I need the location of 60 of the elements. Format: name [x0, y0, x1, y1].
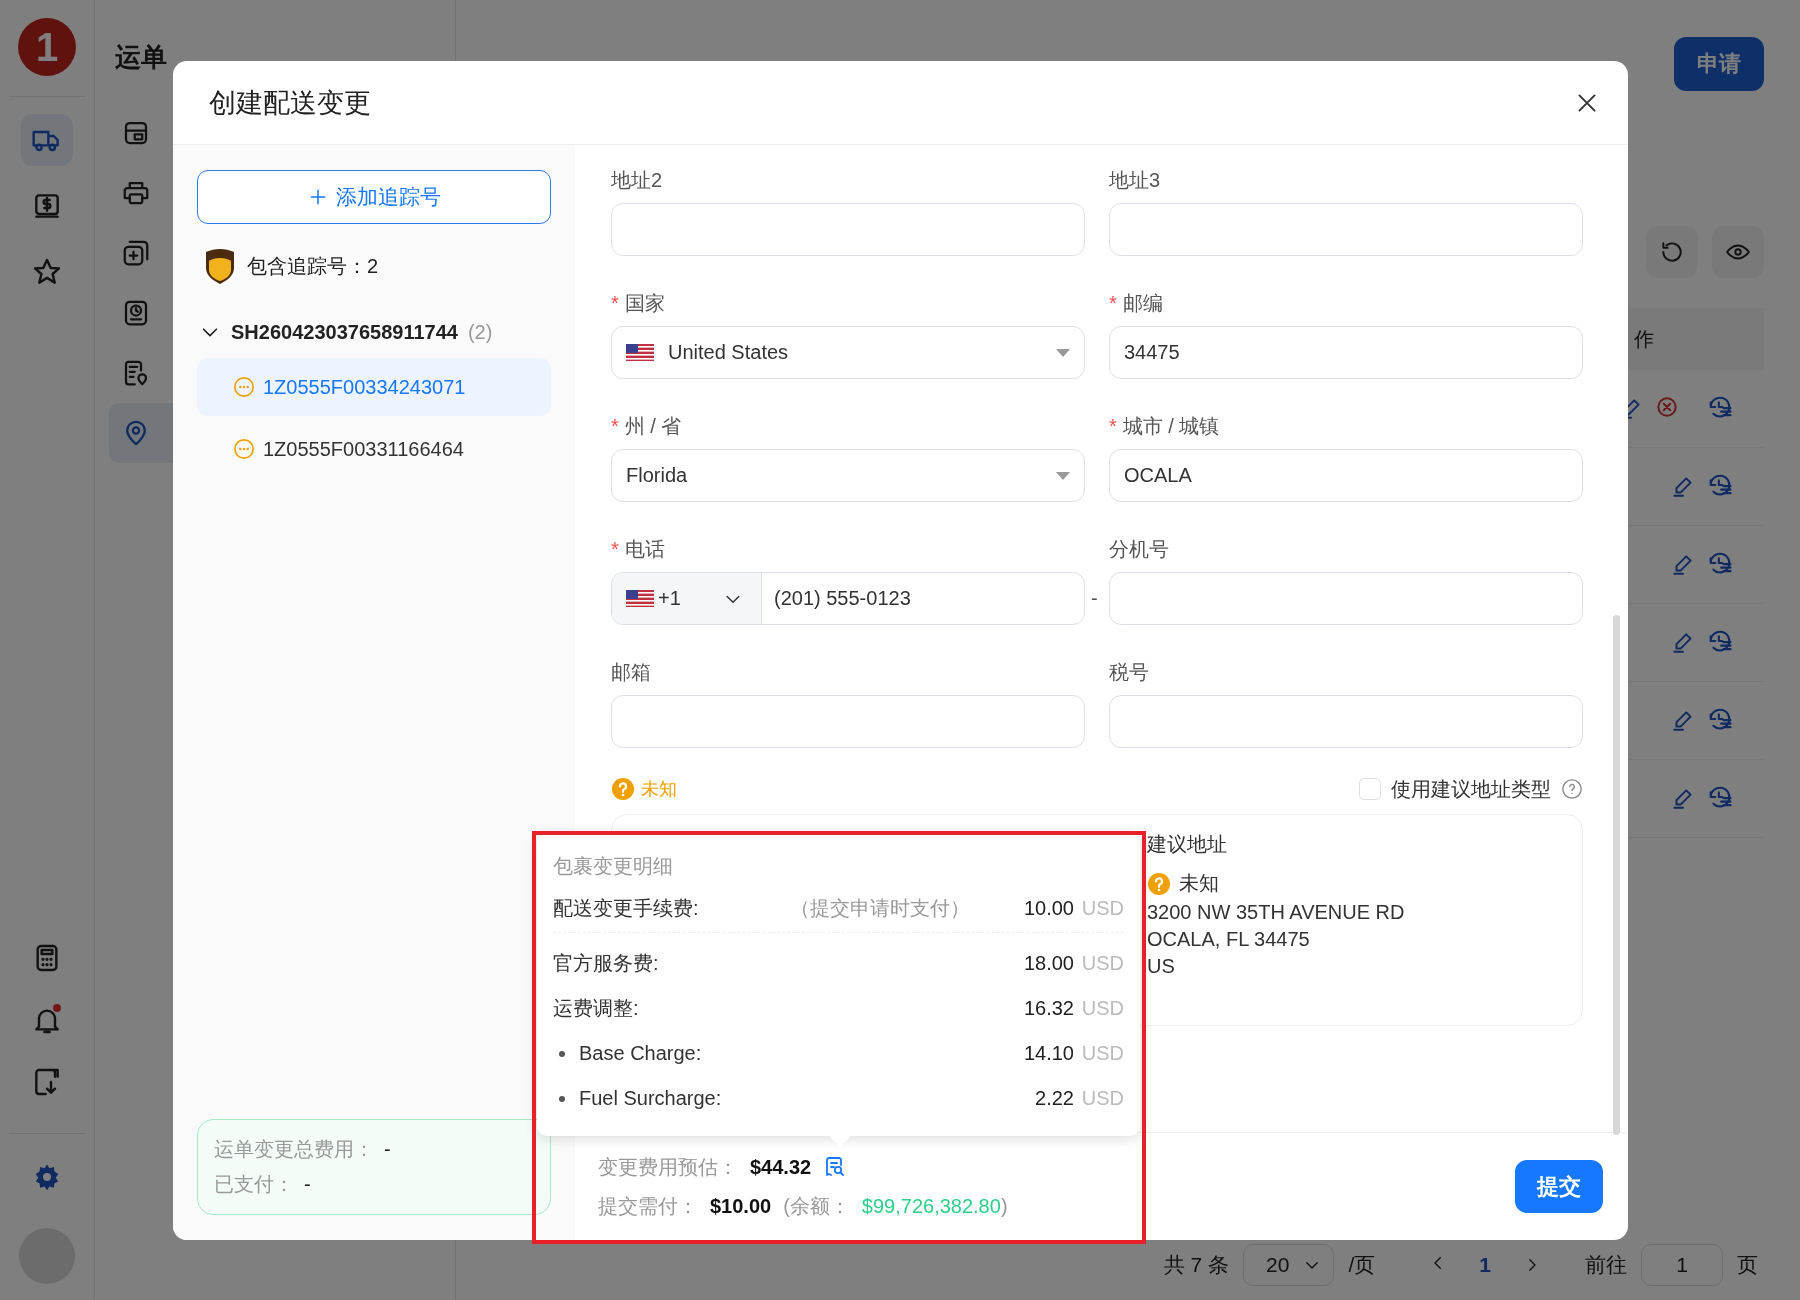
required-mark: * — [611, 291, 619, 315]
required-mark: * — [611, 414, 619, 438]
closing-parenthesis: ) — [1000, 1194, 1008, 1218]
fee-label: 运费调整: — [553, 996, 639, 1021]
separator-text: - — [1091, 587, 1099, 610]
field-label: 国家 — [624, 290, 665, 316]
estimate-value: $44.32 — [750, 1155, 812, 1179]
popover-title: 包裹变更明细 — [553, 853, 674, 879]
tracking-count: 包含追踪号：2 — [247, 253, 379, 279]
fee-label: Base Charge: — [579, 1042, 702, 1065]
currency-label: USD — [1080, 896, 1124, 920]
address-type-status: 未知 — [1179, 871, 1219, 896]
balance-value: $99,726,382.80 — [861, 1194, 1001, 1218]
fee-amount: 18.00 — [1022, 952, 1074, 975]
field-label: 电话 — [624, 536, 665, 562]
field-label: 地址2 — [611, 167, 663, 193]
paid-label: 已支付： — [214, 1173, 294, 1195]
total-label: 运单变更总费用： — [214, 1138, 374, 1160]
required-mark: * — [1109, 291, 1117, 315]
field-label: 州 / 省 — [624, 413, 682, 439]
due-value: $10.00 — [710, 1194, 772, 1218]
page-suffix: 页 — [1737, 1252, 1758, 1278]
address-line: OCALA, FL 34475 — [1147, 928, 1311, 951]
goto-label: 前往 — [1585, 1252, 1627, 1278]
fee-amount: 10.00 — [1022, 896, 1074, 920]
field-label: 邮箱 — [611, 659, 651, 685]
currency-label: USD — [1080, 997, 1124, 1020]
balance-label: (余额： — [783, 1193, 850, 1219]
fee-amount: 2.22 — [1034, 1087, 1074, 1110]
paid-value: - — [304, 1173, 311, 1195]
field-label: 邮编 — [1122, 290, 1163, 316]
card-title: 建议地址 — [1147, 832, 1228, 857]
item-count: (2) — [467, 320, 493, 344]
address-type-status: 未知 — [641, 778, 677, 801]
total-count: 共 7 条 — [1163, 1252, 1230, 1278]
fee-note: （提交申请时支付） — [790, 895, 970, 921]
panel-title: 运单 — [115, 41, 168, 74]
field-label: 分机号 — [1109, 536, 1169, 562]
checkbox-label: 使用建议地址类型 — [1391, 776, 1551, 802]
currency-label: USD — [1080, 1042, 1124, 1065]
required-mark: * — [611, 537, 619, 561]
column-header: 作 — [1634, 326, 1654, 352]
field-label: 城市 / 城镇 — [1122, 413, 1220, 439]
field-label: 地址3 — [1109, 167, 1161, 193]
field-label: 税号 — [1109, 659, 1149, 685]
fee-label: 官方服务费: — [553, 951, 659, 976]
required-mark: * — [1109, 414, 1117, 438]
estimate-label: 变更费用预估： — [598, 1154, 738, 1180]
total-value: - — [384, 1138, 391, 1160]
dialog-title: 创建配送变更 — [209, 86, 371, 120]
due-label: 提交需付： — [598, 1193, 698, 1219]
fee-amount: 14.10 — [1022, 1042, 1074, 1065]
address-line: 3200 NW 35TH AVENUE RD — [1147, 901, 1406, 924]
fee-label: Fuel Surcharge: — [579, 1087, 722, 1110]
currency-label: USD — [1080, 1087, 1124, 1110]
currency-label: USD — [1080, 952, 1124, 975]
per-page-label: /页 — [1348, 1252, 1376, 1278]
fee-amount: 16.32 — [1022, 997, 1074, 1020]
fee-label: 配送变更手续费: — [553, 895, 699, 921]
address-line: US — [1147, 955, 1176, 978]
